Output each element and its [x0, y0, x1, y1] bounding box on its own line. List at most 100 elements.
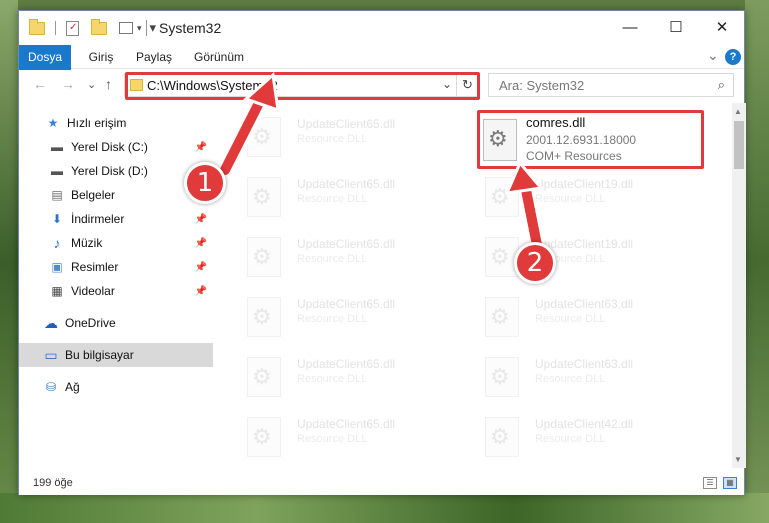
callout-1: 1 [184, 162, 226, 204]
tab-share[interactable]: Paylaş [131, 45, 177, 69]
sidebar-item-label: Videolar [71, 284, 115, 298]
sidebar-item-label: Bu bilgisayar [65, 348, 134, 362]
dll-file-icon [247, 117, 281, 157]
sidebar-item-music[interactable]: ♪ Müzik 📌 [19, 231, 213, 255]
document-icon: ▤ [51, 188, 63, 202]
list-item[interactable]: UpdateClient63.dll Resource DLL [475, 291, 695, 345]
quick-access-toolbar: ✓ ▾ ▾ [29, 18, 157, 37]
maximize-button[interactable]: ☐ [653, 11, 699, 43]
sidebar-item-downloads[interactable]: ⬇ İndirmeler 📌 [19, 207, 213, 231]
pin-icon[interactable]: 📌 [195, 142, 207, 153]
list-item[interactable]: UpdateClient65.dll Resource DLL [237, 351, 457, 405]
file-name: UpdateClient63.dll [535, 357, 634, 371]
details-view-icon[interactable]: ☰ [703, 477, 717, 489]
toolbar-dropdown-icon[interactable]: ▾ [150, 20, 157, 36]
tab-view[interactable]: Görünüm [189, 45, 249, 69]
file-name: UpdateClient19.dll [535, 177, 634, 191]
download-icon: ⬇ [51, 212, 63, 226]
list-item[interactable]: UpdateClient42.dll Resource DLL [475, 411, 695, 465]
pin-icon[interactable]: 📌 [195, 262, 207, 273]
dll-file-icon [485, 177, 519, 217]
list-item[interactable]: UpdateClient65.dll Resource DLL [237, 411, 457, 465]
file-type: Resource DLL [297, 373, 368, 385]
vertical-scrollbar[interactable]: ▲ ▼ [732, 103, 746, 468]
search-icon[interactable]: ⌕ [718, 77, 725, 93]
pin-icon[interactable]: 📌 [195, 286, 207, 297]
sidebar-item-label: Ağ [65, 380, 80, 394]
dll-file-icon [485, 417, 519, 457]
sidebar-item-label: Müzik [71, 236, 103, 250]
computer-icon: ▭ [44, 346, 58, 363]
desktop-background-bottom [0, 493, 769, 523]
minimize-button[interactable]: — [607, 11, 653, 43]
customize-toolbar-icon[interactable] [119, 22, 133, 34]
large-icons-view-icon[interactable]: ▦ [723, 477, 737, 489]
dll-file-icon [247, 297, 281, 337]
dll-file-icon [247, 177, 281, 217]
tab-home[interactable]: Giriş [81, 45, 121, 69]
help-icon[interactable]: ? [725, 49, 741, 65]
sidebar-item-pictures[interactable]: ▣ Resimler 📌 [19, 255, 213, 279]
scroll-up-icon[interactable]: ▲ [734, 107, 742, 116]
video-icon: ▦ [51, 284, 63, 298]
pin-icon[interactable]: 📌 [195, 238, 207, 249]
list-item[interactable]: UpdateClient65.dll Resource DLL [237, 291, 457, 345]
file-name: UpdateClient63.dll [535, 297, 634, 311]
up-button[interactable]: ↑ [105, 76, 112, 92]
scrollbar-thumb[interactable] [734, 121, 744, 169]
address-bar-highlight [125, 72, 480, 100]
title-divider [146, 20, 147, 36]
file-type: Resource DLL [297, 313, 368, 325]
sidebar-item-network[interactable]: ⛁ Ağ [19, 375, 213, 399]
list-item[interactable]: UpdateClient63.dll Resource DLL [475, 351, 695, 405]
cloud-icon: ☁ [44, 314, 58, 331]
file-type: Resource DLL [297, 133, 368, 145]
close-button[interactable]: ✕ [699, 11, 745, 43]
list-item[interactable]: UpdateClient65.dll Resource DLL [237, 231, 457, 285]
sidebar-item-this-pc[interactable]: ▭ Bu bilgisayar [19, 343, 213, 367]
file-name: UpdateClient65.dll [297, 177, 396, 191]
dll-file-icon [247, 357, 281, 397]
search-input[interactable]: Ara: System32 [499, 78, 584, 93]
dll-file-icon [485, 357, 519, 397]
file-type: Resource DLL [297, 433, 368, 445]
list-item[interactable]: UpdateClient65.dll Resource DLL [237, 111, 457, 165]
network-icon: ⛁ [45, 380, 57, 394]
sidebar-item-videos[interactable]: ▦ Videolar 📌 [19, 279, 213, 303]
title-bar: ✓ ▾ ▾ System32 — ☐ ✕ [19, 11, 744, 45]
file-name: UpdateClient65.dll [297, 357, 396, 371]
file-name: UpdateClient65.dll [297, 297, 396, 311]
desktop-background-right [745, 0, 769, 523]
sidebar-item-quick-access[interactable]: ★ Hızlı erişim [19, 111, 213, 135]
sidebar-item-label: Hızlı erişim [67, 116, 127, 130]
sidebar-item-onedrive[interactable]: ☁ OneDrive [19, 311, 213, 335]
file-type: Resource DLL [297, 193, 368, 205]
pin-icon[interactable]: 📌 [195, 214, 207, 225]
dll-file-icon [247, 237, 281, 277]
recent-locations-button[interactable]: ⌄ [87, 78, 96, 91]
search-box[interactable]: Ara: System32 ⌕ [488, 73, 734, 97]
scroll-down-icon[interactable]: ▼ [734, 455, 742, 464]
music-icon: ♪ [53, 235, 61, 251]
list-item[interactable]: UpdateClient65.dll Resource DLL [237, 171, 457, 225]
forward-button[interactable]: → [61, 76, 75, 92]
sidebar-item-label: Belgeler [71, 188, 116, 202]
dll-file-icon [247, 417, 281, 457]
sidebar-item-label: OneDrive [65, 316, 116, 330]
ribbon-collapse-icon[interactable]: ⌄ [707, 47, 719, 64]
back-button[interactable]: ← [33, 76, 47, 92]
drive-icon: ▬ [51, 164, 63, 178]
window-title: System32 [159, 20, 222, 36]
item-count: 199 öğe [33, 477, 73, 489]
properties-icon[interactable]: ✓ [66, 20, 79, 36]
new-folder-icon[interactable] [91, 18, 107, 35]
chevron-down-icon[interactable]: ▾ [137, 23, 142, 34]
sidebar-item-label: İndirmeler [71, 212, 125, 226]
sidebar-item-label: Yerel Disk (D:) [71, 164, 148, 178]
list-item[interactable]: UpdateClient19.dll Resource DLL [475, 231, 695, 285]
file-type: Resource DLL [535, 373, 606, 385]
sidebar-item-disk-c[interactable]: ▬ Yerel Disk (C:) 📌 [19, 135, 213, 159]
file-name: UpdateClient42.dll [535, 417, 634, 431]
list-item[interactable]: UpdateClient19.dll Resource DLL [475, 171, 695, 225]
star-icon: ★ [47, 116, 59, 130]
